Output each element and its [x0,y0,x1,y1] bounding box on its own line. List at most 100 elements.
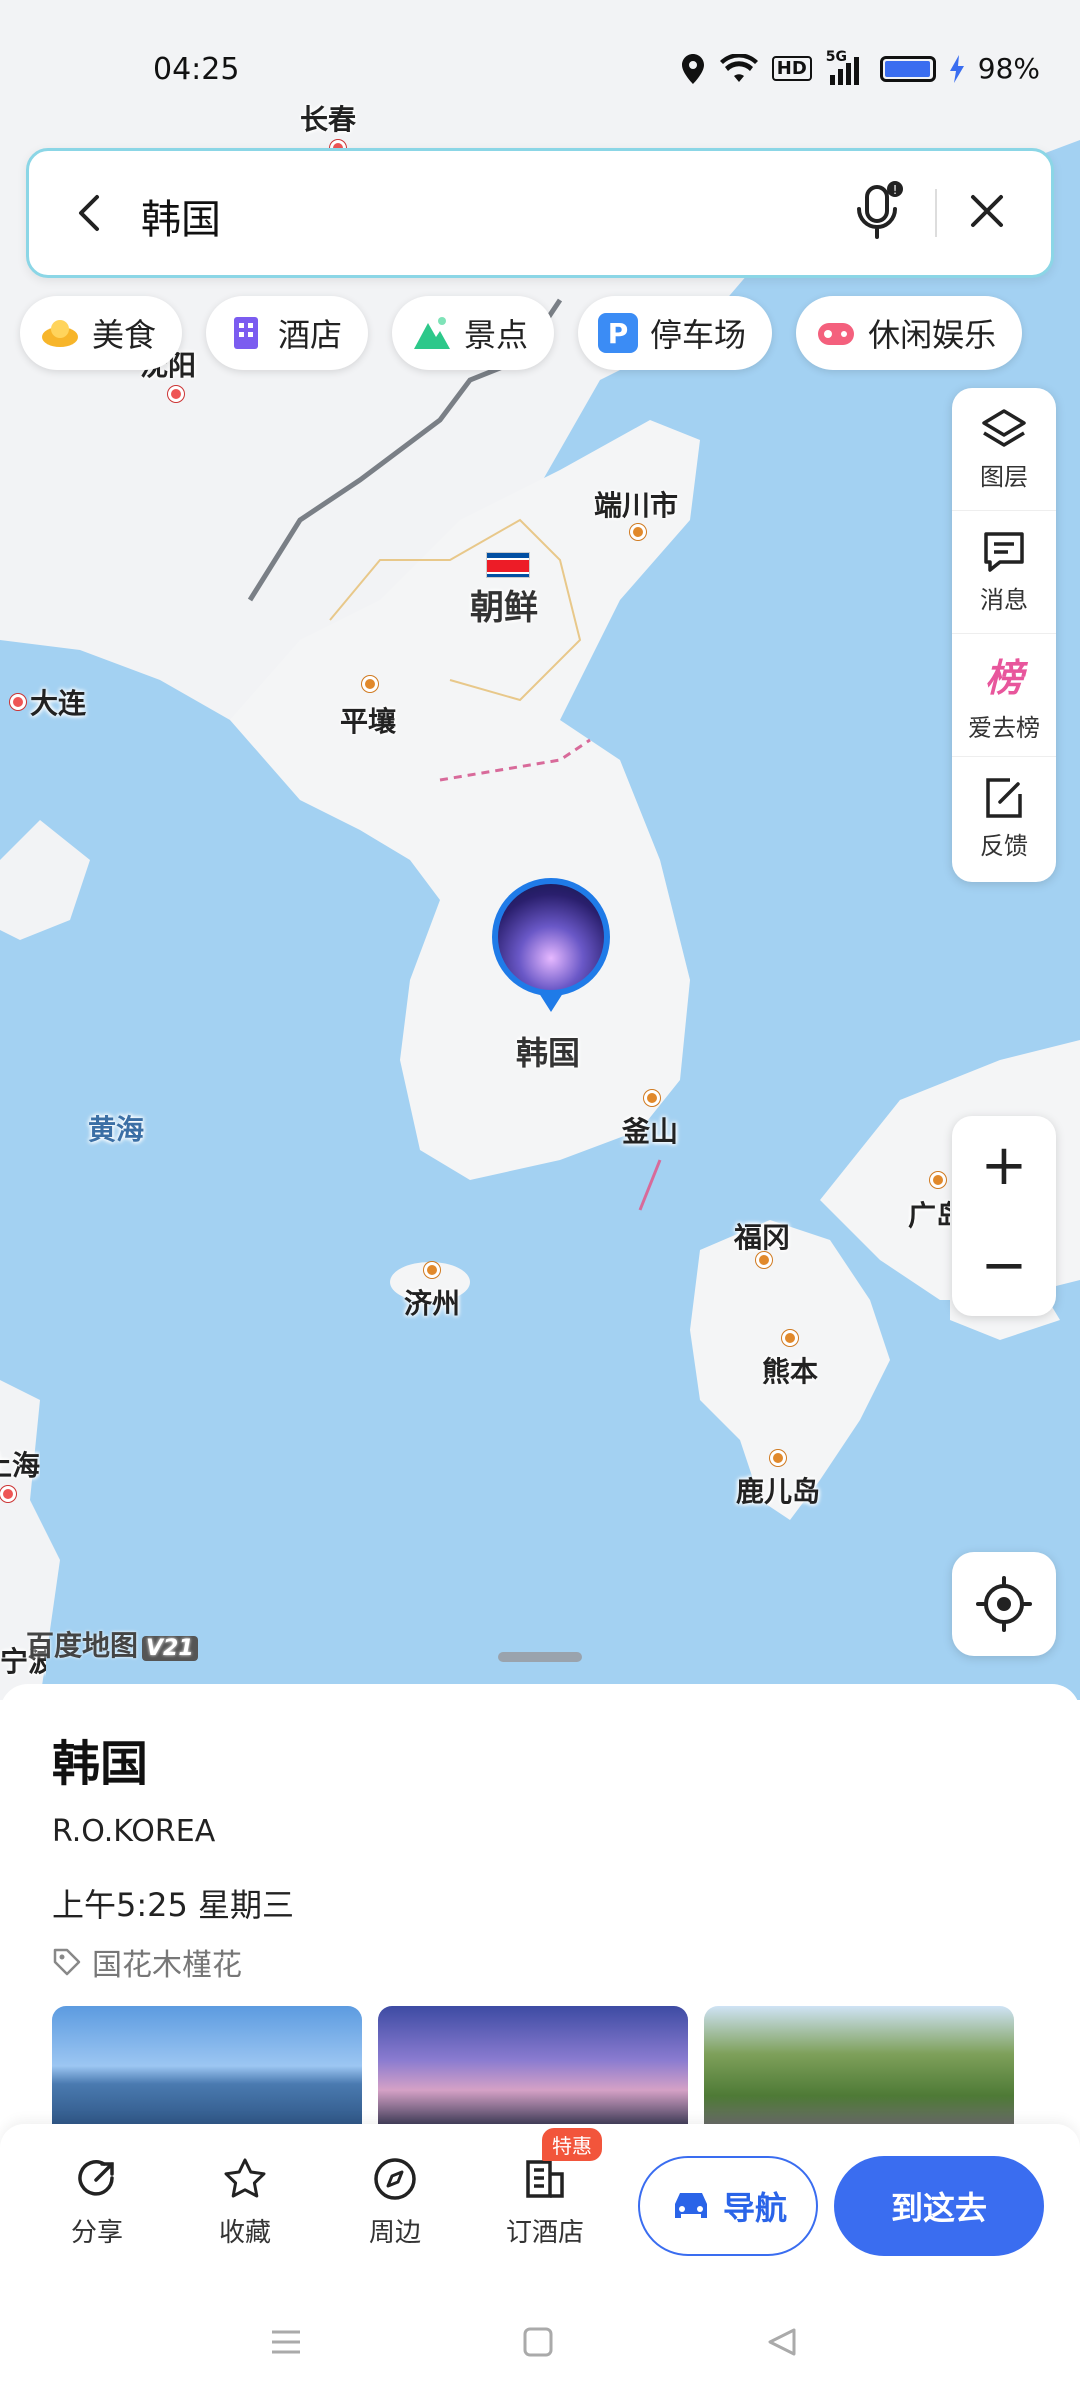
back-key-icon[interactable] [764,2324,800,2360]
locate-me-button[interactable] [952,1552,1056,1656]
signal-icon: 5G [826,49,866,85]
map-label-tanchuan[interactable]: 端川市 [594,484,678,524]
tool-label: 图层 [980,462,1028,491]
category-parking[interactable]: P 停车场 [578,296,773,370]
search-divider [935,189,937,237]
share-button[interactable]: 分享 [42,2156,152,2249]
zoom-out-button[interactable]: − [952,1216,1056,1316]
category-scenic[interactable]: 景点 [392,296,555,370]
tool-messages[interactable]: 消息 [952,511,1056,634]
tool-label: 消息 [980,585,1028,614]
zoom-in-button[interactable]: + [952,1116,1056,1216]
place-tag-text: 国花木槿花 [92,1948,242,1983]
map-label-kumamoto[interactable]: 熊本 [762,1350,818,1390]
north-korea-flag-icon [486,552,530,578]
map-label-south-korea[interactable]: 韩国 [516,1028,580,1074]
map-label-hiroshima[interactable]: 广岛 [908,1194,950,1234]
go-here-label: 到这去 [890,2189,987,2227]
kumamoto-dot [782,1330,798,1346]
zoom-out-glyph: − [980,1233,1028,1298]
share-label: 分享 [70,2218,123,2248]
feedback-icon [986,778,1022,818]
place-title: 韩国 [52,1736,149,1792]
car-icon [674,2193,707,2218]
navigate-label: 导航 [722,2189,787,2227]
category-food[interactable]: 美食 [20,296,183,370]
favorite-button[interactable]: 收藏 [190,2156,300,2249]
pyongyang-dot [362,676,378,692]
status-bar: 04:25 HD 5G 98% [0,0,1080,140]
zoom-in-glyph: + [980,1133,1028,1198]
category-chips: 美食 酒店 景点 P 停车场 休闲娱乐 [20,296,1023,370]
parking-icon: P [598,313,639,353]
map-label-pyongyang[interactable]: 平壤 [340,700,396,740]
category-entertainment[interactable]: 休闲娱乐 [796,296,1023,370]
map-label-north-korea[interactable]: 朝鲜 [470,580,538,629]
star-icon [224,2158,266,2198]
food-icon [40,313,80,353]
place-marker[interactable] [492,878,610,1018]
kagoshima-dot [770,1450,786,1466]
message-icon [984,531,1024,572]
place-photo[interactable] [704,2006,1014,2126]
svg-text:!: ! [893,183,898,197]
tool-layers[interactable]: 图层 [952,388,1056,511]
wifi-icon [719,53,758,82]
back-arrow-icon[interactable] [65,187,117,239]
zoom-controls: + − [952,1116,1056,1316]
map-label-kagoshima[interactable]: 鹿儿岛 [736,1470,820,1510]
entertainment-icon [816,313,856,353]
jeju-dot [424,1262,440,1278]
watermark-text: 百度地图 [26,1629,139,1662]
map-label-yellow-sea: 黄海 [88,1113,145,1146]
layers-icon [982,408,1026,447]
nearby-button[interactable]: 周边 [340,2156,450,2249]
search-query[interactable]: 韩国 [141,187,221,245]
place-tag: 国花木槿花 [52,1940,242,1984]
tool-feedback[interactable]: 反馈 [952,757,1056,880]
map-label-dalian[interactable]: 大连 [30,682,86,722]
map-label-jeju[interactable]: 济州 [404,1282,460,1322]
nearby-label: 周边 [368,2218,421,2248]
book-hotel-button[interactable]: 订酒店 [490,2156,600,2249]
place-photo[interactable] [52,2006,362,2126]
crosshair-icon [976,1576,1032,1632]
share-icon [78,2160,114,2196]
status-time: 04:25 [153,52,240,87]
category-label: 美食 [92,316,157,354]
scenic-icon [412,313,452,353]
action-bar: 分享 收藏 周边 订酒店 特惠 导航 到这去 [0,2124,1080,2284]
microphone-icon[interactable]: ! [849,179,909,243]
place-marker-photo [498,884,604,990]
tool-label: 爱去榜 [968,714,1040,742]
category-label: 停车场 [650,316,747,354]
charging-icon [949,54,964,83]
search-bar[interactable]: 韩国 ! [26,148,1054,278]
close-icon[interactable] [959,183,1015,239]
shenyang-dot [168,386,184,402]
map-label-busan[interactable]: 釜山 [622,1110,678,1150]
map-label-shanghai[interactable]: 上海 [0,1444,40,1484]
map-tools-panel: 图层 消息 榜 爱去榜 反馈 [952,388,1056,882]
tool-ranking[interactable]: 榜 爱去榜 [952,634,1056,757]
dalian-dot [10,694,26,710]
home-key-icon[interactable] [520,2324,556,2360]
tag-icon [53,1948,81,1976]
category-label: 酒店 [278,316,343,354]
busan-dot [644,1090,660,1106]
menu-key-icon[interactable] [268,2324,304,2360]
shanghai-dot [0,1486,16,1502]
go-here-button[interactable]: 到这去 [834,2156,1044,2256]
map-label-fukuoka[interactable]: 福冈 [734,1216,790,1256]
navigate-button[interactable]: 导航 [638,2156,818,2256]
place-photo[interactable] [378,2006,688,2126]
battery-percent: 98% [977,52,1040,85]
sheet-drag-handle[interactable] [498,1652,582,1662]
battery-icon [879,55,936,82]
category-hotel[interactable]: 酒店 [206,296,369,370]
watermark-version: V21 [142,1636,198,1661]
location-icon [681,53,704,84]
hd-badge: HD [771,56,812,81]
favorite-label: 收藏 [218,2218,271,2248]
tanchuan-dot [630,524,646,540]
